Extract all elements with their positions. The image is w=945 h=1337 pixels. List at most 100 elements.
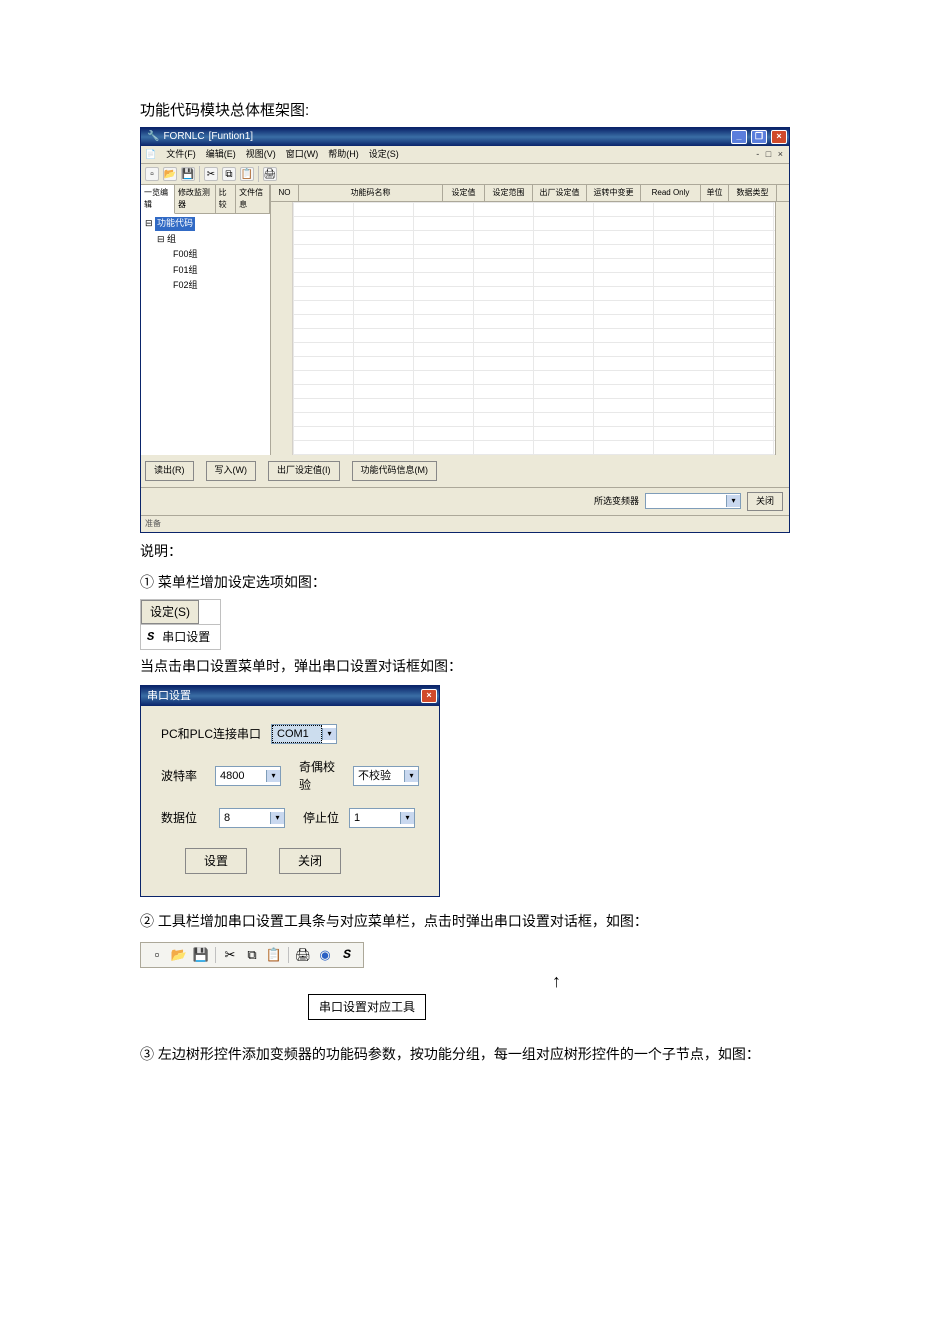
- parity-combo[interactable]: 不校验▾: [353, 766, 419, 786]
- databits-combo[interactable]: 8▾: [219, 808, 285, 828]
- menu-edit[interactable]: 编辑(E): [206, 148, 236, 162]
- print-icon[interactable]: 🖨: [295, 947, 311, 963]
- dialog-titlebar: 串口设置 ×: [141, 686, 439, 706]
- copy-icon[interactable]: ⧉: [222, 167, 236, 181]
- tabstrip: 一览编辑 修改监测器 比较 文件信息: [141, 185, 270, 214]
- item-3: ③ 左边树形控件添加变频器的功能码参数，按功能分组，每一组对应树形控件的一个子节…: [140, 1044, 805, 1065]
- grid-cells[interactable]: [293, 202, 775, 455]
- minimize-button[interactable]: _: [731, 130, 747, 144]
- separator: [199, 166, 200, 182]
- cut-icon[interactable]: ✂: [204, 167, 218, 181]
- titlebar: 🔧 FORNLC [Funtion1] _ ❐ ×: [141, 128, 789, 146]
- app-icon: 🔧: [147, 129, 159, 144]
- menu-view[interactable]: 视图(V): [246, 148, 276, 162]
- open-icon[interactable]: 📂: [171, 947, 187, 963]
- text-after-menu: 当点击串口设置菜单时，弹出串口设置对话框如图：: [140, 656, 805, 677]
- menu-file[interactable]: 文件(F): [166, 148, 196, 162]
- column-header[interactable]: 数据类型: [729, 185, 777, 201]
- tree-child[interactable]: F00组: [145, 247, 266, 263]
- column-header[interactable]: 功能码名称: [299, 185, 443, 201]
- menu-window[interactable]: 窗口(W): [286, 148, 319, 162]
- status-row: 所选变频器 ▾ 关闭: [141, 487, 789, 516]
- copy-icon[interactable]: ⧉: [244, 947, 260, 963]
- new-icon[interactable]: ▫: [145, 167, 159, 181]
- serial-settings-tool-icon[interactable]: S: [339, 947, 355, 963]
- parity-label: 奇偶校验: [299, 758, 343, 794]
- serial-settings-menu-item[interactable]: S 串口设置: [141, 624, 220, 649]
- tab-compare[interactable]: 比较: [216, 185, 236, 213]
- stopbits-combo[interactable]: 1▾: [349, 808, 415, 828]
- item-2: ② 工具栏增加串口设置工具条与对应菜单栏，点击时弹出串口设置对话框，如图：: [140, 911, 805, 932]
- grid-header: NO功能码名称设定值设定范围出厂设定值运转中变更Read Only单位数据类型: [271, 185, 789, 202]
- app-title: FORNLC: [163, 129, 204, 144]
- tab-fileinfo[interactable]: 文件信息: [236, 185, 270, 213]
- item-1: ① 菜单栏增加设定选项如图：: [140, 572, 805, 593]
- column-header[interactable]: 单位: [701, 185, 729, 201]
- s-glyph-icon: S: [147, 628, 154, 646]
- menu-help[interactable]: 帮助(H): [328, 148, 359, 162]
- paste-icon[interactable]: 📋: [240, 167, 254, 181]
- settings-menu: 设定(S) S 串口设置: [140, 599, 221, 650]
- row-header-column: [271, 202, 293, 455]
- port-combo[interactable]: COM1▾: [271, 724, 337, 744]
- maximize-button[interactable]: ❐: [751, 130, 767, 144]
- mdi-controls[interactable]: - □ ×: [756, 148, 785, 162]
- tree-child[interactable]: F01组: [145, 263, 266, 279]
- inverter-combo[interactable]: ▾: [645, 493, 741, 509]
- separator: [288, 947, 289, 963]
- separator: [215, 947, 216, 963]
- write-button[interactable]: 写入(W): [206, 461, 257, 481]
- print-icon[interactable]: 🖨: [263, 167, 277, 181]
- paste-icon[interactable]: 📋: [266, 947, 282, 963]
- save-icon[interactable]: 💾: [193, 947, 209, 963]
- explain-heading: 说明：: [140, 541, 805, 562]
- column-header[interactable]: 出厂设定值: [533, 185, 587, 201]
- column-header[interactable]: NO: [271, 185, 299, 201]
- toolbar: ▫ 📂 💾 ✂ ⧉ 📋 🖨: [141, 164, 789, 185]
- column-header[interactable]: 设定值: [443, 185, 485, 201]
- baud-label: 波特率: [161, 767, 205, 785]
- close-button[interactable]: ×: [771, 130, 787, 144]
- help-icon[interactable]: ◉: [317, 947, 333, 963]
- column-header[interactable]: 设定范围: [485, 185, 533, 201]
- tree-child[interactable]: F02组: [145, 278, 266, 294]
- factory-button[interactable]: 出厂设定值(I): [268, 461, 340, 481]
- status-close-button[interactable]: 关闭: [747, 492, 783, 512]
- separator: [258, 166, 259, 182]
- dialog-close-button[interactable]: 关闭: [279, 848, 341, 874]
- vertical-scrollbar[interactable]: [775, 202, 789, 455]
- statusbar: 准备: [141, 515, 789, 532]
- menubar: 📄 文件(F) 编辑(E) 视图(V) 窗口(W) 帮助(H) 设定(S) - …: [141, 146, 789, 165]
- databits-label: 数据位: [161, 809, 209, 827]
- tree-group[interactable]: 组: [167, 234, 176, 244]
- stopbits-label: 停止位: [303, 809, 339, 827]
- arrow-up-icon: ↑: [308, 972, 805, 990]
- open-icon[interactable]: 📂: [163, 167, 177, 181]
- menu-settings[interactable]: 设定(S): [369, 148, 399, 162]
- tab-overview[interactable]: 一览编辑: [141, 185, 175, 214]
- tab-monitor[interactable]: 修改监测器: [175, 185, 216, 213]
- dialog-title: 串口设置: [147, 688, 191, 705]
- callout-box: 串口设置对应工具: [308, 994, 426, 1020]
- cut-icon[interactable]: ✂: [222, 947, 238, 963]
- baud-combo[interactable]: 4800▾: [215, 766, 281, 786]
- save-icon[interactable]: 💾: [181, 167, 195, 181]
- left-pane: 一览编辑 修改监测器 比较 文件信息 ⊟ 功能代码 ⊟ 组 F00组 F01组 …: [141, 185, 271, 455]
- new-icon[interactable]: ▫: [149, 947, 165, 963]
- read-button[interactable]: 读出(R): [145, 461, 194, 481]
- doc-title: 功能代码模块总体框架图:: [140, 100, 805, 123]
- grid: NO功能码名称设定值设定范围出厂设定值运转中变更Read Only单位数据类型: [271, 185, 789, 455]
- toolbar-figure: ▫ 📂 💾 ✂ ⧉ 📋 🖨 ◉ S: [140, 942, 364, 968]
- dialog-close-icon[interactable]: ×: [421, 689, 437, 703]
- status-label: 所选变频器: [594, 495, 639, 509]
- column-header[interactable]: 运转中变更: [587, 185, 641, 201]
- dialog-set-button[interactable]: 设置: [185, 848, 247, 874]
- tree-root[interactable]: 功能代码: [155, 217, 195, 231]
- tree[interactable]: ⊟ 功能代码 ⊟ 组 F00组 F01组 F02组: [141, 214, 270, 455]
- settings-menu-head[interactable]: 设定(S): [141, 600, 199, 624]
- column-header[interactable]: Read Only: [641, 185, 701, 201]
- serial-dialog: 串口设置 × PC和PLC连接串口 COM1▾ 波特率 4800▾ 奇偶校验 不…: [140, 685, 440, 897]
- port-label: PC和PLC连接串口: [161, 725, 261, 743]
- button-row: 读出(R) 写入(W) 出厂设定值(I) 功能代码信息(M): [141, 455, 789, 487]
- funcinfo-button[interactable]: 功能代码信息(M): [352, 461, 438, 481]
